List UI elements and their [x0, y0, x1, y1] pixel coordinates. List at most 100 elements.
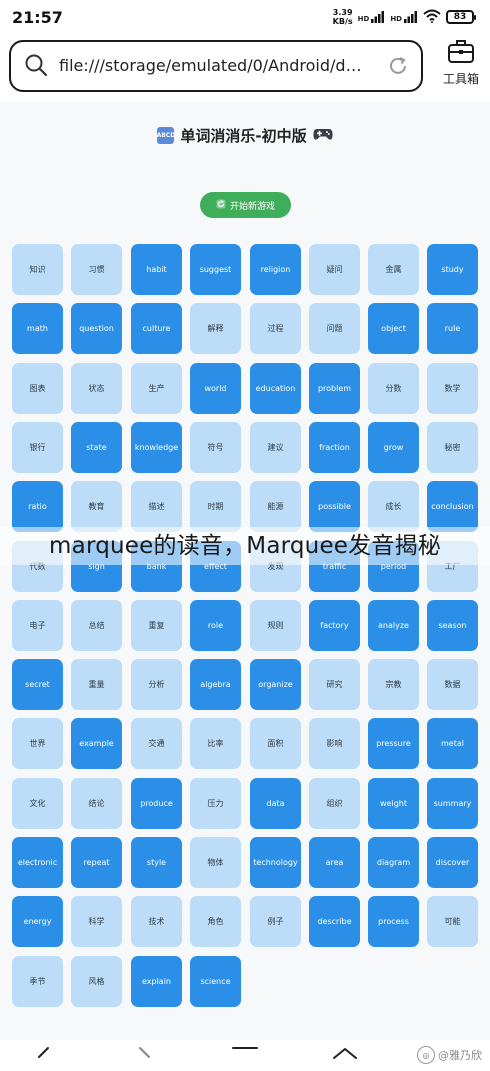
- word-card[interactable]: 影响: [309, 718, 360, 769]
- word-card[interactable]: 世界: [12, 718, 63, 769]
- word-card[interactable]: 过程: [250, 303, 301, 354]
- word-card[interactable]: 宗教: [368, 659, 419, 710]
- word-card[interactable]: 交通: [131, 718, 182, 769]
- word-card[interactable]: conclusion: [427, 481, 478, 532]
- reload-icon[interactable]: [387, 55, 409, 81]
- word-card[interactable]: culture: [131, 303, 182, 354]
- word-card[interactable]: 结论: [71, 778, 122, 829]
- word-card[interactable]: 季节: [12, 956, 63, 1007]
- word-card[interactable]: 习惯: [71, 244, 122, 295]
- word-card[interactable]: electronic: [12, 837, 63, 888]
- word-card[interactable]: discover: [427, 837, 478, 888]
- word-card[interactable]: algebra: [190, 659, 241, 710]
- word-card[interactable]: 分析: [131, 659, 182, 710]
- word-card[interactable]: 科学: [71, 896, 122, 947]
- word-card[interactable]: grow: [368, 422, 419, 473]
- word-card[interactable]: 解释: [190, 303, 241, 354]
- word-card[interactable]: 描述: [131, 481, 182, 532]
- toolbox-button[interactable]: 工具箱: [436, 38, 486, 94]
- word-card[interactable]: 组织: [309, 778, 360, 829]
- word-card[interactable]: 风格: [71, 956, 122, 1007]
- word-card[interactable]: 能源: [250, 481, 301, 532]
- word-card[interactable]: 总结: [71, 600, 122, 651]
- word-card[interactable]: 时期: [190, 481, 241, 532]
- word-card[interactable]: secret: [12, 659, 63, 710]
- word-card[interactable]: organize: [250, 659, 301, 710]
- word-card[interactable]: style: [131, 837, 182, 888]
- word-card[interactable]: 电子: [12, 600, 63, 651]
- word-card[interactable]: science: [190, 956, 241, 1007]
- word-card[interactable]: produce: [131, 778, 182, 829]
- word-card[interactable]: area: [309, 837, 360, 888]
- word-card[interactable]: data: [250, 778, 301, 829]
- word-card[interactable]: example: [71, 718, 122, 769]
- word-card[interactable]: 金属: [368, 244, 419, 295]
- word-card[interactable]: 规则: [250, 600, 301, 651]
- word-card[interactable]: factory: [309, 600, 360, 651]
- word-card[interactable]: 重量: [71, 659, 122, 710]
- word-card[interactable]: knowledge: [131, 422, 182, 473]
- word-card[interactable]: describe: [309, 896, 360, 947]
- word-card[interactable]: fraction: [309, 422, 360, 473]
- word-card[interactable]: 分数: [368, 363, 419, 414]
- new-game-button[interactable]: 开始新游戏: [200, 192, 291, 218]
- word-card[interactable]: 教育: [71, 481, 122, 532]
- word-card[interactable]: process: [368, 896, 419, 947]
- word-card[interactable]: world: [190, 363, 241, 414]
- word-card[interactable]: 状态: [71, 363, 122, 414]
- word-card[interactable]: 压力: [190, 778, 241, 829]
- word-card[interactable]: 建议: [250, 422, 301, 473]
- word-card[interactable]: 角色: [190, 896, 241, 947]
- word-card[interactable]: 秘密: [427, 422, 478, 473]
- word-card[interactable]: education: [250, 363, 301, 414]
- word-card[interactable]: 文化: [12, 778, 63, 829]
- word-card[interactable]: repeat: [71, 837, 122, 888]
- word-card[interactable]: analyze: [368, 600, 419, 651]
- home-icon[interactable]: [332, 1046, 358, 1070]
- word-card[interactable]: technology: [250, 837, 301, 888]
- menu-icon[interactable]: [232, 1046, 258, 1070]
- word-card[interactable]: 知识: [12, 244, 63, 295]
- word-card[interactable]: summary: [427, 778, 478, 829]
- word-card[interactable]: 银行: [12, 422, 63, 473]
- word-card[interactable]: rule: [427, 303, 478, 354]
- word-card[interactable]: 疑问: [309, 244, 360, 295]
- back-icon[interactable]: [34, 1046, 54, 1070]
- word-card[interactable]: pressure: [368, 718, 419, 769]
- word-card[interactable]: ratio: [12, 481, 63, 532]
- word-card[interactable]: 面积: [250, 718, 301, 769]
- word-card[interactable]: 数据: [427, 659, 478, 710]
- word-card[interactable]: season: [427, 600, 478, 651]
- word-card[interactable]: explain: [131, 956, 182, 1007]
- word-card[interactable]: 技术: [131, 896, 182, 947]
- word-card[interactable]: 成长: [368, 481, 419, 532]
- word-card[interactable]: weight: [368, 778, 419, 829]
- address-bar[interactable]: file:///storage/emulated/0/Android/d…: [9, 40, 423, 92]
- word-card[interactable]: study: [427, 244, 478, 295]
- word-card[interactable]: possible: [309, 481, 360, 532]
- word-card[interactable]: diagram: [368, 837, 419, 888]
- word-card[interactable]: 图表: [12, 363, 63, 414]
- word-card[interactable]: 比率: [190, 718, 241, 769]
- word-card[interactable]: 符号: [190, 422, 241, 473]
- word-card[interactable]: 数学: [427, 363, 478, 414]
- word-card[interactable]: question: [71, 303, 122, 354]
- word-card[interactable]: math: [12, 303, 63, 354]
- word-card[interactable]: energy: [12, 896, 63, 947]
- word-card[interactable]: problem: [309, 363, 360, 414]
- word-card[interactable]: role: [190, 600, 241, 651]
- word-card[interactable]: 物体: [190, 837, 241, 888]
- word-card[interactable]: metal: [427, 718, 478, 769]
- word-card[interactable]: 生产: [131, 363, 182, 414]
- word-card[interactable]: 重复: [131, 600, 182, 651]
- word-card[interactable]: state: [71, 422, 122, 473]
- forward-icon[interactable]: [134, 1046, 154, 1070]
- word-card[interactable]: 研究: [309, 659, 360, 710]
- word-card[interactable]: 可能: [427, 896, 478, 947]
- word-card[interactable]: habit: [131, 244, 182, 295]
- word-card[interactable]: object: [368, 303, 419, 354]
- word-card[interactable]: suggest: [190, 244, 241, 295]
- word-card[interactable]: 例子: [250, 896, 301, 947]
- word-card[interactable]: 问题: [309, 303, 360, 354]
- url-text[interactable]: file:///storage/emulated/0/Android/d…: [59, 56, 384, 75]
